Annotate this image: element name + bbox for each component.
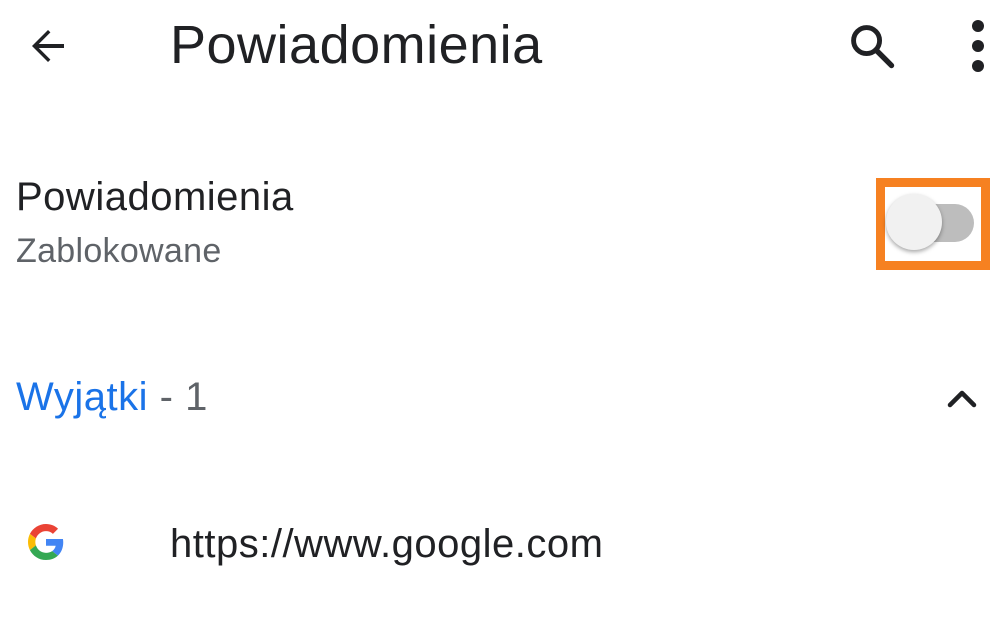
chevron-up-icon <box>947 390 977 408</box>
exceptions-header[interactable]: Wyjątki - 1 <box>0 360 1000 440</box>
page-title: Powiadomienia <box>170 15 543 75</box>
google-g-icon <box>28 524 64 560</box>
toolbar: Powiadomienia <box>0 0 1000 92</box>
search-button[interactable] <box>840 14 904 78</box>
arrow-back-icon <box>32 30 64 62</box>
more-vert-icon <box>972 20 984 72</box>
notifications-setting-row[interactable]: Powiadomienia Zablokowane <box>0 160 1000 290</box>
exceptions-title: Wyjątki <box>16 375 149 419</box>
more-options-button[interactable] <box>956 14 1000 78</box>
back-button[interactable] <box>16 14 80 78</box>
notifications-toggle-switch[interactable] <box>886 193 978 253</box>
notifications-setting-title: Powiadomienia <box>16 175 294 219</box>
switch-thumb <box>886 194 942 250</box>
notification-settings-screen: Powiadomienia Powiadomienia Zablokowane … <box>0 0 1000 619</box>
site-url: https://www.google.com <box>170 522 604 566</box>
collapse-button[interactable] <box>934 370 990 426</box>
site-exception-item[interactable]: https://www.google.com <box>0 500 1000 590</box>
exceptions-label: Wyjątki - 1 <box>16 370 208 424</box>
notifications-status: Zablokowane <box>16 232 222 270</box>
search-icon <box>851 25 895 69</box>
exceptions-count: - 1 <box>148 375 208 419</box>
